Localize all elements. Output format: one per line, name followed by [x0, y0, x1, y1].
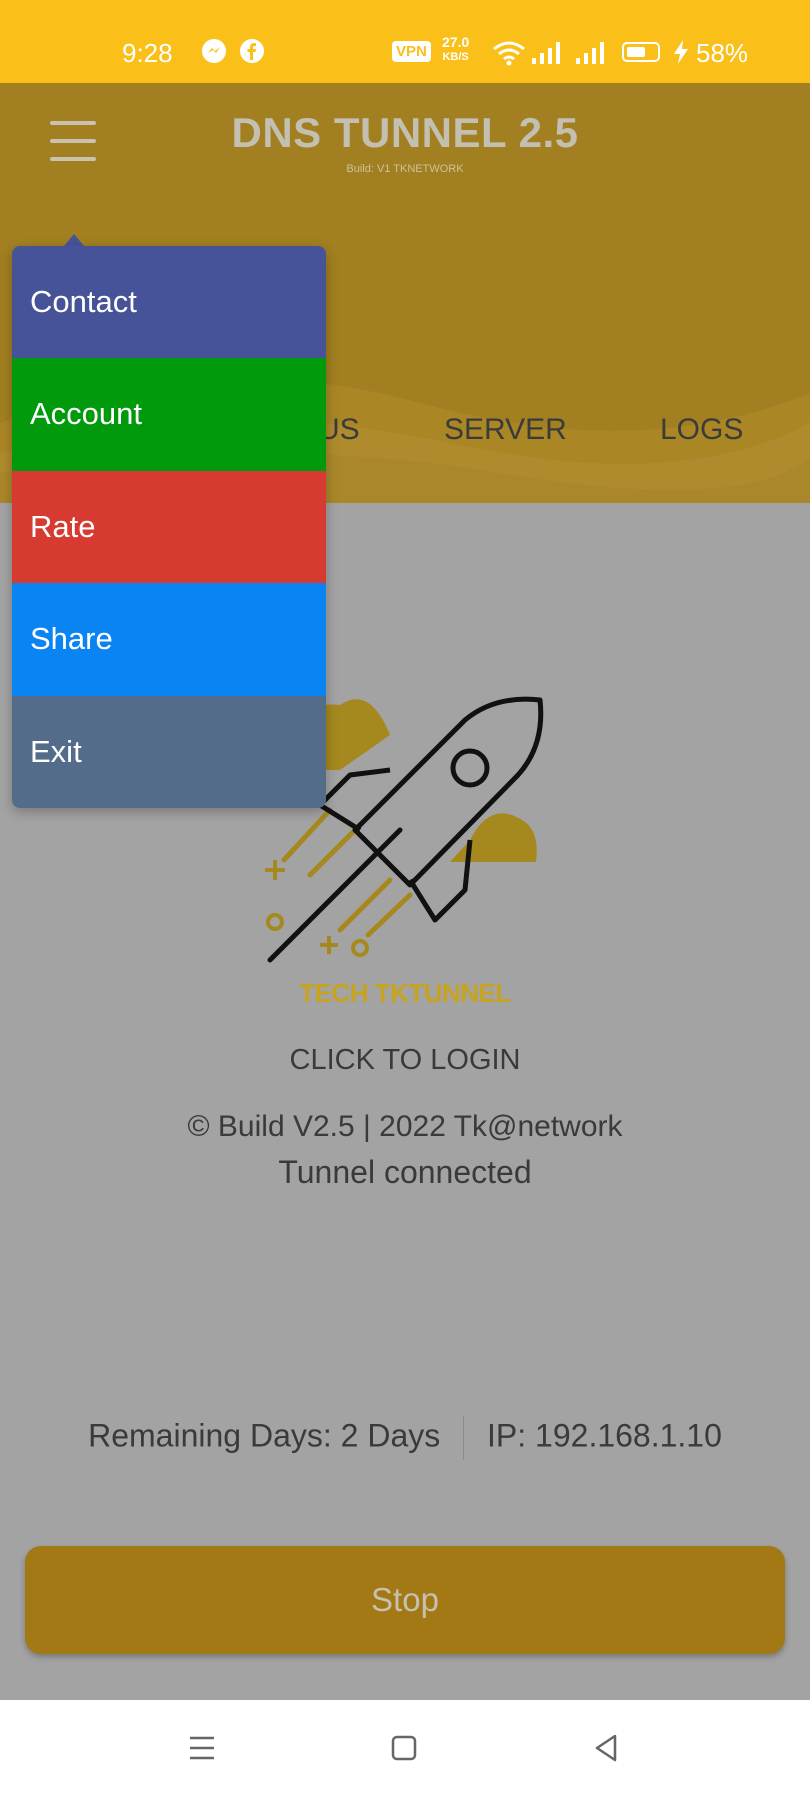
battery-icon	[622, 42, 660, 62]
charging-icon	[674, 40, 688, 64]
ip-label: IP:	[487, 1417, 527, 1454]
system-nav-bar	[0, 1700, 810, 1800]
stop-button[interactable]: Stop	[25, 1546, 785, 1654]
menu-item-contact[interactable]: Contact	[12, 246, 326, 359]
facebook-icon	[240, 39, 264, 63]
recents-icon[interactable]	[182, 1728, 222, 1768]
app-subtitle: Build: V1 TKNETWORK	[346, 163, 464, 175]
signal-icon	[576, 42, 604, 64]
stop-button-label: Stop	[371, 1581, 439, 1618]
click-to-login-link[interactable]: CLICK TO LOGIN	[0, 1044, 810, 1077]
ip-value: 192.168.1.10	[535, 1417, 722, 1454]
divider	[463, 1416, 465, 1460]
brand-name: TECH TKTUNNEL	[299, 978, 511, 1008]
home-icon[interactable]	[384, 1728, 424, 1768]
tab-server[interactable]: SERVER	[444, 413, 567, 447]
menu-item-rate[interactable]: Rate	[12, 470, 326, 584]
remaining-days-value: 2 Days	[340, 1417, 441, 1454]
menu-item-account[interactable]: Account	[12, 358, 326, 471]
wifi-icon	[493, 41, 525, 66]
tab-logs[interactable]: LOGS	[660, 413, 743, 447]
status-time: 9:28	[122, 38, 173, 68]
build-info: © Build V2.5 | 2022 Tk@network	[187, 1110, 623, 1143]
signal-icon	[532, 42, 560, 64]
network-speed: 27.0 KB/S	[442, 34, 470, 63]
menu-pointer	[64, 234, 84, 246]
messenger-icon	[202, 39, 226, 63]
menu-item-exit[interactable]: Exit	[12, 695, 326, 808]
app-title: DNS TUNNEL 2.5	[231, 109, 579, 156]
connection-status: Tunnel connected	[278, 1154, 532, 1190]
cloud-icon	[450, 813, 537, 862]
vpn-badge: VPN	[392, 41, 431, 62]
account-info-row: Remaining Days: 2 Days IP: 192.168.1.10	[0, 1416, 810, 1460]
back-icon[interactable]	[586, 1728, 626, 1768]
popup-menu: Contact Account Rate Share Exit	[12, 246, 326, 808]
status-bar: 9:28 VPN 27.0 KB/S 58%	[0, 0, 810, 83]
remaining-days-label: Remaining Days:	[88, 1417, 332, 1454]
battery-percent: 58%	[696, 38, 749, 68]
menu-item-share[interactable]: Share	[12, 583, 326, 696]
